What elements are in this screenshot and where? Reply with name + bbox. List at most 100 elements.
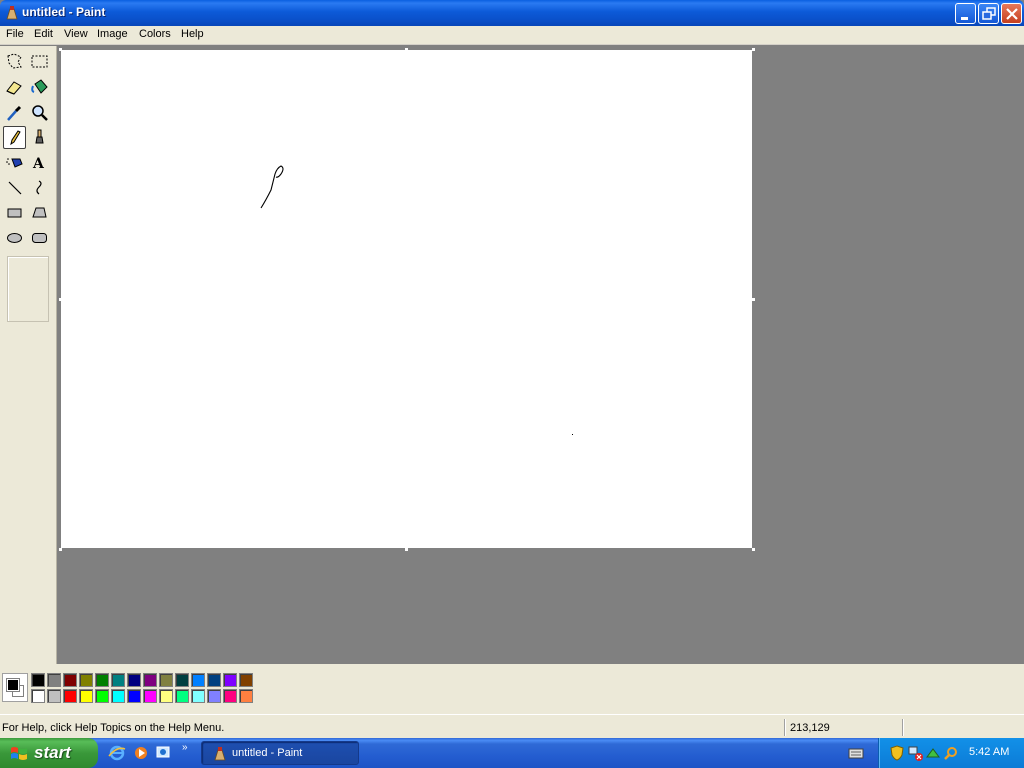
resize-handle-left: [59, 298, 62, 301]
safely-remove-icon[interactable]: [925, 745, 941, 761]
eraser-icon: [6, 81, 22, 95]
ellipse-tool[interactable]: [3, 226, 26, 249]
resize-handle-right[interactable]: [752, 298, 755, 301]
paint-app-icon[interactable]: [4, 5, 20, 21]
resize-handle-top: [405, 48, 408, 51]
paint-bucket-icon: [31, 79, 48, 94]
keyboard-icon[interactable]: [848, 746, 864, 760]
palette-color-swatch[interactable]: [47, 673, 61, 687]
polygon-tool[interactable]: [28, 201, 51, 224]
palette-color-swatch[interactable]: [239, 689, 253, 703]
clock: 5:42 AM: [969, 746, 1010, 758]
quick-launch-chevron[interactable]: »: [182, 742, 188, 753]
select-tool[interactable]: [28, 50, 51, 73]
palette-color-swatch[interactable]: [223, 689, 237, 703]
menu-view[interactable]: View: [63, 28, 89, 40]
color-box: [0, 664, 1024, 714]
palette-color-swatch[interactable]: [223, 673, 237, 687]
rectangle-tool[interactable]: [3, 201, 26, 224]
show-desktop-icon[interactable]: [154, 744, 172, 762]
palette-color-swatch[interactable]: [79, 673, 93, 687]
title-bar[interactable]: untitled - Paint: [0, 0, 1024, 26]
rounded-rectangle-tool[interactable]: [28, 226, 51, 249]
palette-color-swatch[interactable]: [31, 673, 45, 687]
text-tool[interactable]: A: [28, 151, 51, 174]
palette-color-swatch[interactable]: [79, 689, 93, 703]
menu-help[interactable]: Help: [180, 28, 205, 40]
free-form-select-tool[interactable]: [3, 50, 26, 73]
pencil-icon: [10, 130, 21, 146]
security-shield-icon[interactable]: [889, 745, 905, 761]
drawing-canvas[interactable]: [61, 50, 752, 548]
fill-tool[interactable]: [28, 76, 51, 99]
palette-color-swatch[interactable]: [207, 689, 221, 703]
palette-color-swatch[interactable]: [31, 689, 45, 703]
curve-icon: [36, 180, 42, 195]
ellipse-icon: [7, 233, 22, 243]
eyedropper-icon: [7, 105, 22, 121]
search-icon[interactable]: [943, 745, 959, 761]
canvas-scroll-area[interactable]: [58, 46, 1024, 664]
palette-color-swatch[interactable]: [111, 689, 125, 703]
line-tool[interactable]: [3, 176, 26, 199]
pick-color-tool[interactable]: [3, 101, 26, 124]
eraser-tool[interactable]: [3, 76, 26, 99]
palette-color-swatch[interactable]: [159, 673, 173, 687]
palette-color-swatch[interactable]: [127, 673, 141, 687]
start-button[interactable]: start: [0, 738, 98, 768]
brush-icon: [35, 129, 44, 144]
palette-color-swatch[interactable]: [191, 689, 205, 703]
resize-handle-top-right: [752, 48, 755, 51]
palette-color-swatch[interactable]: [175, 673, 189, 687]
restore-button[interactable]: [978, 3, 999, 24]
network-error-icon[interactable]: [907, 745, 923, 761]
curve-tool[interactable]: [28, 176, 51, 199]
magnifier-tool[interactable]: [28, 101, 51, 124]
palette-color-swatch[interactable]: [95, 673, 109, 687]
palette-color-swatch[interactable]: [239, 673, 253, 687]
resize-handle-bottom[interactable]: [405, 548, 408, 551]
palette-color-swatch[interactable]: [207, 673, 221, 687]
status-help-text: For Help, click Help Topics on the Help …: [2, 722, 225, 734]
media-player-icon[interactable]: [132, 744, 150, 762]
palette-color-swatch[interactable]: [47, 689, 61, 703]
palette-color-swatch[interactable]: [95, 689, 109, 703]
palette-color-swatch[interactable]: [143, 673, 157, 687]
menu-colors[interactable]: Colors: [138, 28, 172, 40]
minimize-icon: [961, 17, 968, 20]
close-icon: [1006, 8, 1018, 20]
tool-options-panel[interactable]: [7, 256, 49, 322]
palette-color-swatch[interactable]: [191, 673, 205, 687]
internet-explorer-icon[interactable]: [108, 744, 126, 762]
palette-color-swatch[interactable]: [111, 673, 125, 687]
palette-color-swatch[interactable]: [63, 673, 77, 687]
airbrush-tool[interactable]: [3, 151, 26, 174]
airbrush-icon: [6, 158, 23, 168]
system-tray: 5:42 AM: [878, 738, 1024, 768]
svg-text:A: A: [32, 156, 45, 172]
menu-file[interactable]: File: [5, 28, 25, 40]
magnifier-icon: [32, 105, 48, 121]
minimize-button[interactable]: [955, 3, 976, 24]
taskbar: start » untitled - Paint 5:42 AM: [0, 738, 1024, 768]
menu-edit[interactable]: Edit: [33, 28, 54, 40]
palette-color-swatch[interactable]: [143, 689, 157, 703]
free-form-select-icon: [7, 53, 22, 69]
brush-tool[interactable]: [28, 126, 51, 149]
taskbar-button-paint[interactable]: untitled - Paint: [201, 741, 359, 765]
current-colors[interactable]: [2, 673, 28, 702]
menu-image[interactable]: Image: [96, 28, 129, 40]
palette-color-swatch[interactable]: [127, 689, 141, 703]
resize-handle-bottom-left: [59, 548, 62, 551]
foreground-color-swatch: [6, 678, 20, 692]
resize-handle-bottom-right[interactable]: [752, 548, 755, 551]
palette-color-swatch[interactable]: [175, 689, 189, 703]
resize-handle-top-left: [59, 48, 62, 51]
palette-color-swatch[interactable]: [63, 689, 77, 703]
palette-color-swatch[interactable]: [159, 689, 173, 703]
rounded-rectangle-icon: [32, 233, 47, 243]
status-bar: For Help, click Help Topics on the Help …: [0, 714, 1024, 738]
start-label: start: [34, 743, 71, 762]
close-button[interactable]: [1001, 3, 1022, 24]
pencil-tool[interactable]: [3, 126, 26, 149]
